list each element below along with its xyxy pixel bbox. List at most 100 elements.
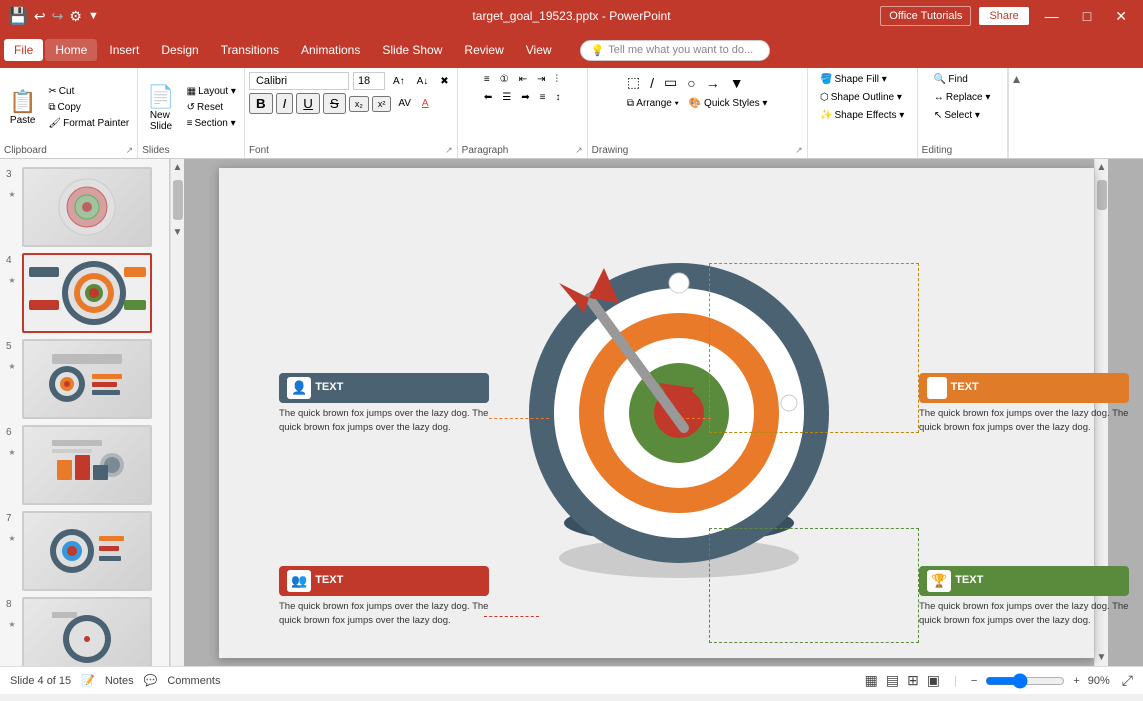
font-size-up[interactable]: A↑ xyxy=(389,74,409,89)
label-text-top-left: TEXT xyxy=(315,380,343,395)
shape-select[interactable]: ⬚ xyxy=(623,72,644,93)
scroll-up-arrow[interactable]: ▲ xyxy=(173,159,183,176)
increase-indent[interactable]: ⇥ xyxy=(533,72,549,87)
menu-insert[interactable]: Insert xyxy=(99,39,149,61)
shape-more[interactable]: ▼ xyxy=(726,72,748,93)
minimize-button[interactable]: — xyxy=(1037,6,1067,26)
canvas-scroll-down[interactable]: ▼ xyxy=(1097,649,1107,666)
share-button[interactable]: Share xyxy=(979,7,1028,25)
menu-design[interactable]: Design xyxy=(151,39,208,61)
reset-button[interactable]: ↺ Reset xyxy=(183,100,240,115)
shape-arrow[interactable]: → xyxy=(702,72,724,93)
font-size-down[interactable]: A↓ xyxy=(413,74,433,89)
font-name-input[interactable]: Calibri xyxy=(249,72,349,90)
close-button[interactable]: ✕ xyxy=(1107,6,1135,27)
comments-button[interactable]: Comments xyxy=(167,675,220,687)
slide-panel-scrollbar[interactable]: ▲ ▼ xyxy=(170,159,184,666)
slide-thumb-7[interactable]: 7 ★ xyxy=(6,511,163,591)
layout-button[interactable]: ▦ Layout ▾ xyxy=(183,84,240,99)
office-tutorials-button[interactable]: Office Tutorials xyxy=(880,6,971,26)
font-expand[interactable]: ↗ xyxy=(445,145,453,156)
justify[interactable]: ≡ xyxy=(536,90,550,105)
canvas-scroll-up[interactable]: ▲ xyxy=(1097,159,1107,176)
reading-view-button[interactable]: ⊞ xyxy=(907,672,919,689)
scroll-thumb[interactable] xyxy=(173,180,183,220)
replace-button[interactable]: ↔ Replace ▾ xyxy=(930,90,995,105)
drawing-expand[interactable]: ↗ xyxy=(795,145,803,156)
menu-file[interactable]: File xyxy=(4,39,43,61)
shape-outline-button[interactable]: ⬡ Shape Outline ▾ xyxy=(816,90,906,105)
zoom-out-button[interactable]: − xyxy=(971,675,977,687)
bullets-button[interactable]: ≡ xyxy=(480,72,494,87)
clear-format[interactable]: ✖ xyxy=(436,74,452,89)
shape-rect[interactable]: ▭ xyxy=(660,72,681,93)
slide-canvas[interactable]: 👤 TEXT The quick brown fox jumps over th… xyxy=(219,168,1094,658)
paste-button[interactable]: 📋 Paste xyxy=(4,86,41,129)
notes-button[interactable]: Notes xyxy=(105,675,134,687)
shape-fill-button[interactable]: 🪣 Shape Fill ▾ xyxy=(816,72,891,87)
window-title: target_goal_19523.pptx - PowerPoint xyxy=(472,9,670,23)
format-painter-button[interactable]: 🖌 Format Painter xyxy=(44,116,133,131)
ribbon-group-editing: 🔍 Find ↔ Replace ▾ ↖ Select ▾ Editing xyxy=(918,68,1008,158)
find-button[interactable]: 🔍 Find xyxy=(930,72,972,87)
ribbon-collapse-button[interactable]: ▲ xyxy=(1011,72,1023,86)
tell-me-input[interactable]: 💡 Tell me what you want to do... xyxy=(580,40,770,61)
align-right[interactable]: ➡ xyxy=(517,90,533,105)
select-button[interactable]: ↖ Select ▾ xyxy=(930,108,984,123)
zoom-in-button[interactable]: + xyxy=(1073,675,1079,687)
shape-ellipse[interactable]: ○ xyxy=(683,72,699,93)
menu-slideshow[interactable]: Slide Show xyxy=(372,39,452,61)
new-slide-button[interactable]: 📄 NewSlide xyxy=(142,81,179,135)
copy-button[interactable]: ⧉ Copy xyxy=(44,100,133,115)
fit-slide-button[interactable]: ⤢ xyxy=(1122,672,1133,689)
slide-panel: 3 ★ xyxy=(0,159,170,666)
strikethrough-button[interactable]: S xyxy=(323,93,346,114)
redo-icon[interactable]: ↪ xyxy=(52,8,64,25)
paragraph-expand[interactable]: ↗ xyxy=(575,145,583,156)
arrange-button[interactable]: ⧉ Arrange ▾ xyxy=(623,96,683,111)
slide-thumb-3[interactable]: 3 ★ xyxy=(6,167,163,247)
undo-icon[interactable]: ↩ xyxy=(34,8,46,25)
layout-icon: ▦ xyxy=(187,86,196,97)
cut-button[interactable]: ✂ Cut xyxy=(44,84,133,99)
menu-view[interactable]: View xyxy=(516,39,562,61)
bold-button[interactable]: B xyxy=(249,93,273,114)
line-spacing[interactable]: ↕ xyxy=(551,90,564,105)
align-left[interactable]: ⬅ xyxy=(480,90,496,105)
menu-home[interactable]: Home xyxy=(45,39,97,61)
font-size-input[interactable]: 18 xyxy=(353,72,385,90)
slide-thumb-8[interactable]: 8 ★ xyxy=(6,597,163,666)
presenter-view-button[interactable]: ▣ xyxy=(927,672,940,689)
paragraph-label: Paragraph xyxy=(462,143,509,156)
save-icon[interactable]: 💾 xyxy=(8,6,28,26)
menu-review[interactable]: Review xyxy=(454,39,513,61)
underline-button[interactable]: U xyxy=(296,93,320,114)
align-center[interactable]: ☰ xyxy=(498,90,515,105)
section-button[interactable]: ≡ Section ▾ xyxy=(183,116,240,131)
maximize-button[interactable]: □ xyxy=(1075,6,1099,26)
decrease-indent[interactable]: ⇤ xyxy=(515,72,531,87)
slide-thumb-4[interactable]: 4 ★ xyxy=(6,253,163,333)
quick-styles-button[interactable]: 🎨 Quick Styles ▾ xyxy=(685,96,772,111)
canvas-scroll-thumb[interactable] xyxy=(1097,180,1107,210)
menu-transitions[interactable]: Transitions xyxy=(211,39,289,61)
columns-button[interactable]: ⫶ xyxy=(551,72,562,87)
italic-button[interactable]: I xyxy=(276,93,294,114)
dropdown-icon[interactable]: ▼ xyxy=(88,10,99,22)
menu-animations[interactable]: Animations xyxy=(291,39,370,61)
settings-icon[interactable]: ⚙ xyxy=(69,8,82,25)
shape-line[interactable]: / xyxy=(646,72,658,93)
clipboard-expand-icon[interactable]: ↗ xyxy=(126,145,134,156)
shape-effects-button[interactable]: ✨ Shape Effects ▾ xyxy=(816,108,908,123)
font-color-button[interactable]: A xyxy=(418,96,433,111)
char-spacing-button[interactable]: AV xyxy=(394,96,415,111)
normal-view-button[interactable]: ▦ xyxy=(865,672,878,689)
subscript-button[interactable]: x₂ xyxy=(349,96,369,112)
numbering-button[interactable]: ① xyxy=(496,72,513,87)
scroll-down-arrow[interactable]: ▼ xyxy=(173,224,183,241)
slide-sorter-button[interactable]: ▤ xyxy=(886,672,899,689)
slide-thumb-5[interactable]: 5 ★ xyxy=(6,339,163,419)
zoom-slider[interactable] xyxy=(985,673,1065,689)
superscript-button[interactable]: x² xyxy=(372,96,392,112)
slide-thumb-6[interactable]: 6 ★ xyxy=(6,425,163,505)
